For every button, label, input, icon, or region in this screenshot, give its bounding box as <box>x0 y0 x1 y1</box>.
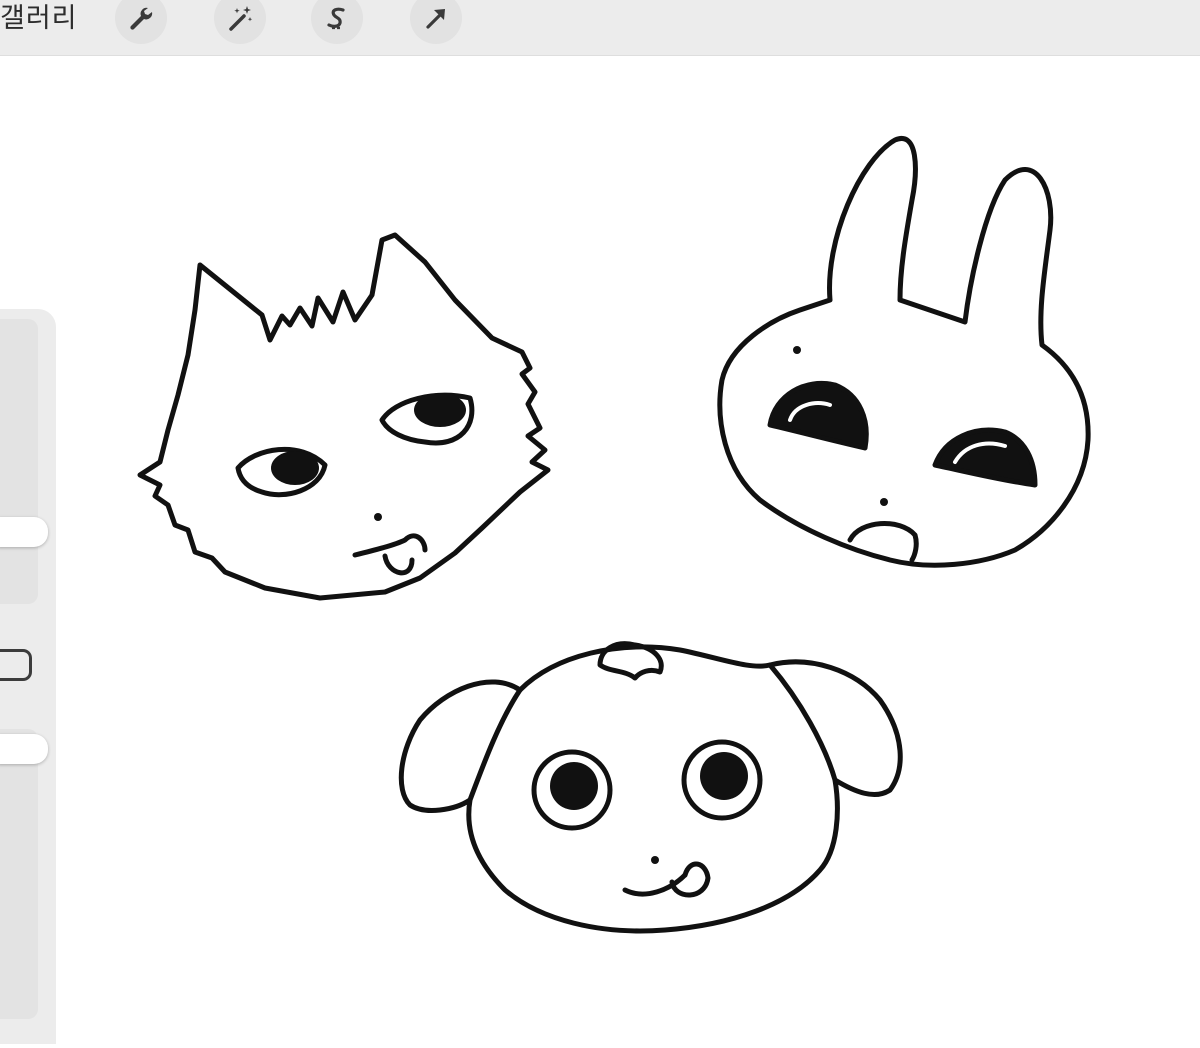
actions-button[interactable] <box>115 0 167 44</box>
selection-icon <box>327 7 345 30</box>
wrench-icon <box>130 7 153 30</box>
opacity-slider[interactable] <box>0 729 48 1019</box>
top-toolbar: 갤러리 <box>0 0 1200 56</box>
selection-button[interactable] <box>311 0 363 44</box>
rabbit-face <box>717 135 1091 568</box>
modify-button[interactable] <box>0 649 32 681</box>
cat-face <box>137 232 551 601</box>
opacity-handle[interactable] <box>0 734 48 764</box>
brush-size-handle[interactable] <box>0 517 48 547</box>
drawing-canvas[interactable] <box>0 56 1200 1044</box>
brush-size-slider[interactable] <box>0 319 48 604</box>
transform-button[interactable] <box>410 0 462 44</box>
arrow-icon <box>426 9 445 29</box>
gallery-button[interactable]: 갤러리 <box>0 0 78 40</box>
puppy-face <box>398 641 903 934</box>
magic-wand-icon <box>229 6 253 31</box>
side-toolbar <box>0 309 56 1044</box>
adjustments-button[interactable] <box>214 0 266 44</box>
